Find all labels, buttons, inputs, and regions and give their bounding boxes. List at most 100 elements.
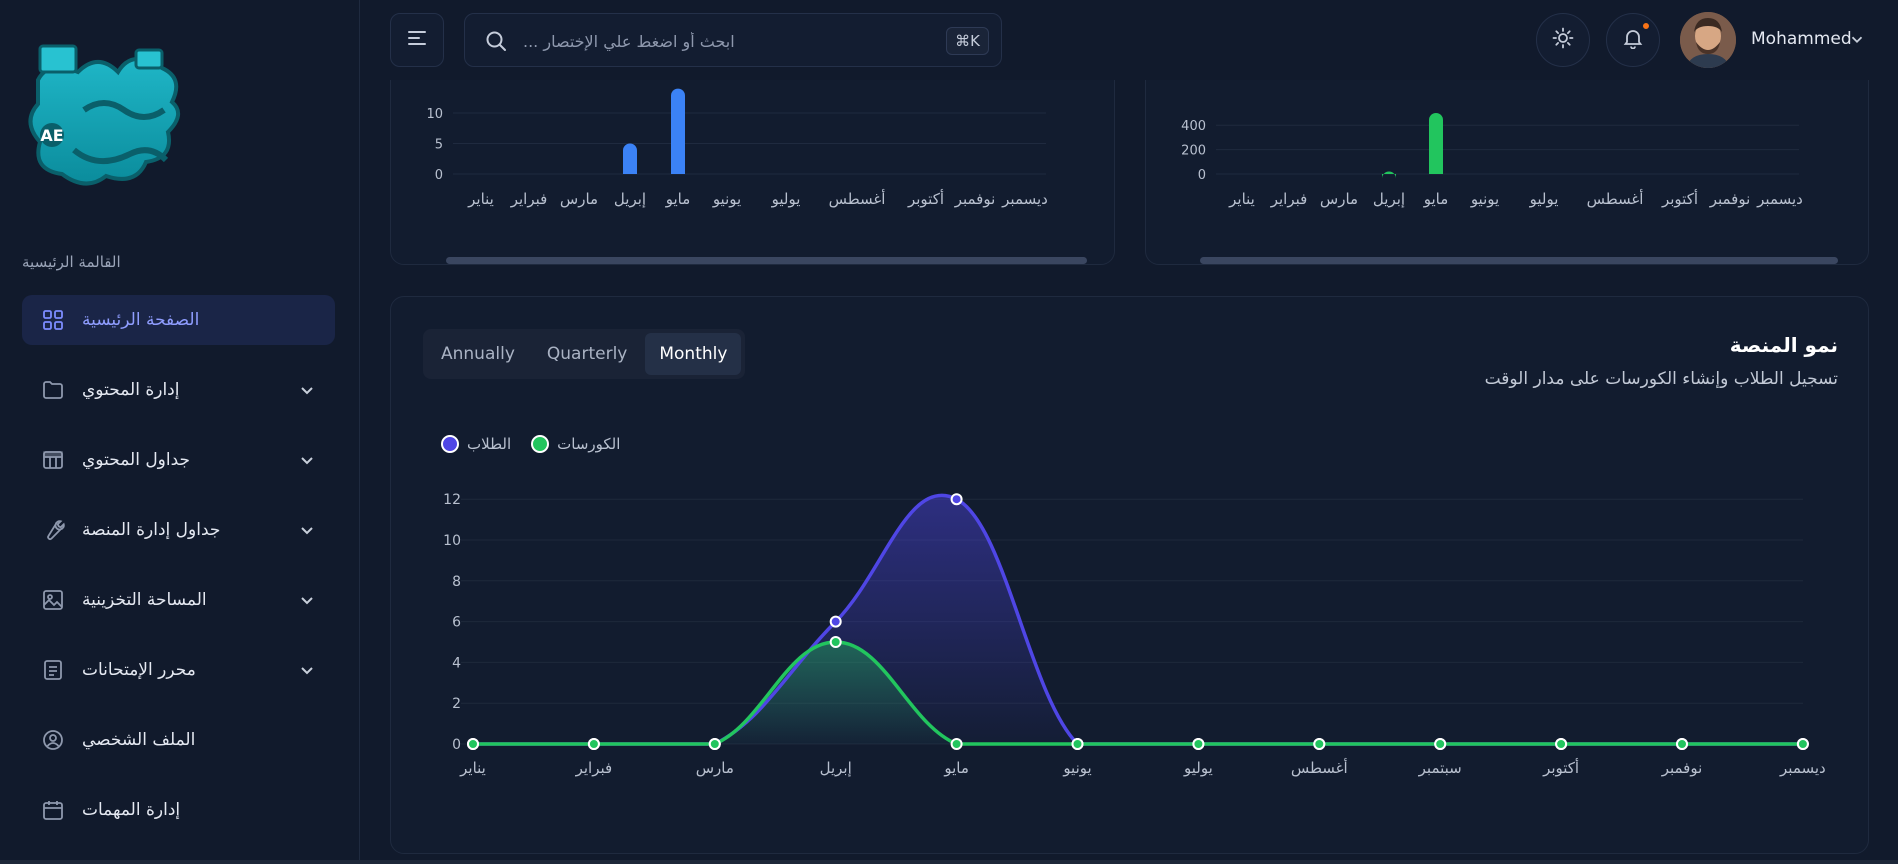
x-tick-label: مايو [665,190,691,208]
y-tick-label: 6 [452,615,461,631]
courses-point [1796,738,1809,750]
courses-point [708,738,721,750]
grid-icon [40,307,66,333]
sidebar-item-label: إدارة المهمات [82,800,181,820]
courses-line [473,640,1803,746]
sidebar-item-storage[interactable]: المساحة التخزينية [22,575,335,625]
x-tick-label: إبريل [614,190,646,208]
x-tick-label: نوفمبر [954,190,996,208]
x-tick-label: مارس [1320,190,1358,208]
hamburger-icon [406,27,428,53]
x-tick-label: أكتوبر [1542,758,1579,777]
x-tick-label: فبراير [1270,190,1308,208]
y-tick-label: 5 [435,138,443,153]
courses-point [1313,738,1326,750]
bar [1382,171,1396,179]
bar [623,143,637,174]
avatar[interactable] [1680,12,1736,68]
sidebar-item-platform-tables[interactable]: جداول إدارة المنصة [22,505,335,555]
calendar-icon [40,797,66,823]
menu-section-title: القالمة الرئيسية [22,253,121,271]
y-tick-label: 2 [452,696,461,712]
brand-logo[interactable]: AE [24,40,210,206]
courses-point [1192,738,1205,750]
sidebar-item-label: الملف الشخصي [82,730,196,750]
x-tick-label: يونيو [1470,190,1499,208]
students-line [473,493,1803,746]
students-point [829,615,842,628]
page-bottom-divider [0,860,1898,864]
bar [671,88,685,174]
shortcut-badge: ⌘K [946,27,989,55]
sidebar-item-tasks[interactable]: إدارة المهمات [22,785,335,835]
y-tick-label: 12 [443,492,461,508]
x-tick-label: يونيو [1062,759,1091,777]
x-tick-label: نوفمبر [1709,190,1751,208]
courses-point [587,738,600,750]
sidebar-item-label: جداول إدارة المنصة [82,520,221,540]
notifications-button[interactable] [1606,13,1660,67]
notification-dot [1641,21,1651,31]
menu-toggle-button[interactable] [390,13,444,67]
x-tick-label: ديسمبر [1779,759,1826,777]
horizontal-scrollbar[interactable] [446,257,1087,264]
y-tick-label: 10 [443,533,461,549]
sidebar-item-label: المساحة التخزينية [82,590,207,610]
x-tick-label: أغسطس [1291,758,1348,777]
x-tick-label: يوليو [1529,190,1559,208]
x-tick-label: مارس [696,759,734,777]
courses-point [467,738,479,750]
x-tick-label: يناير [1228,190,1255,208]
search-input[interactable] [523,26,903,56]
x-tick-label: مارس [560,190,598,208]
sidebar: AE القالمة الرئيسية الصفحة الرئيسية إدار… [0,0,360,864]
x-tick-label: فبراير [575,759,613,777]
x-tick-label: ديسمبر [1756,190,1803,208]
sidebar-item-label: الصفحة الرئيسية [82,310,200,330]
x-tick-label: سبتمبر [1418,759,1462,777]
top-header: ⌘K Mohammed [360,0,1898,80]
sidebar-item-profile[interactable]: الملف الشخصي [22,715,335,765]
courses-point [829,636,842,648]
image-icon [40,587,66,613]
table-icon [40,447,66,473]
user-name[interactable]: Mohammed [1751,29,1852,49]
x-tick-label: يناير [467,190,494,208]
folder-icon [40,377,66,403]
sidebar-item-label: محرر الإمتحانات [82,660,196,680]
x-tick-label: فبراير [510,190,548,208]
students-area [473,495,1803,744]
search-icon [485,30,507,56]
x-tick-label: يوليو [1183,759,1213,777]
x-tick-label: أغسطس [829,189,886,208]
platform-growth-card: Annually Quarterly Monthly نمو المنصة تس… [390,296,1869,854]
sun-icon [1552,27,1574,53]
y-tick-label: 0 [452,737,461,753]
sidebar-item-content-management[interactable]: إدارة المحتوي [22,365,335,415]
x-tick-label: يونيو [712,190,741,208]
x-tick-label: نوفمبر [1661,759,1703,777]
bell-icon [1622,27,1644,53]
sidebar-item-content-tables[interactable]: جداول المحتوي [22,435,335,485]
x-tick-label: ديسمبر [1001,190,1048,208]
sidebar-nav: الصفحة الرئيسية إدارة المحتوي جداول المح… [22,295,335,855]
wrench-icon [40,517,66,543]
sidebar-item-exam-editor[interactable]: محرر الإمتحانات [22,645,335,695]
chevron-down-icon [297,660,317,684]
x-tick-label: يناير [459,759,486,777]
sidebar-item-home[interactable]: الصفحة الرئيسية [22,295,335,345]
horizontal-scrollbar[interactable] [1200,257,1838,264]
chevron-down-icon [297,450,317,474]
x-tick-label: إبريل [820,759,852,777]
growth-area-chart: 0 2 4 6 8 10 12 يناير فبراير مارس إبريل مايو يونيو يو… [443,492,1826,777]
theme-toggle-button[interactable] [1536,13,1590,67]
sidebar-item-label: إدارة المحتوي [82,380,180,400]
chevron-down-icon [297,380,317,404]
chevron-down-icon [297,590,317,614]
y-tick-label: 10 [426,107,443,122]
x-tick-label: إبريل [1373,190,1405,208]
chevron-down-icon [297,520,317,544]
chevron-down-icon[interactable] [1848,30,1866,52]
svg-text:AE: AE [40,126,63,145]
y-tick-label: 400 [1181,119,1206,134]
